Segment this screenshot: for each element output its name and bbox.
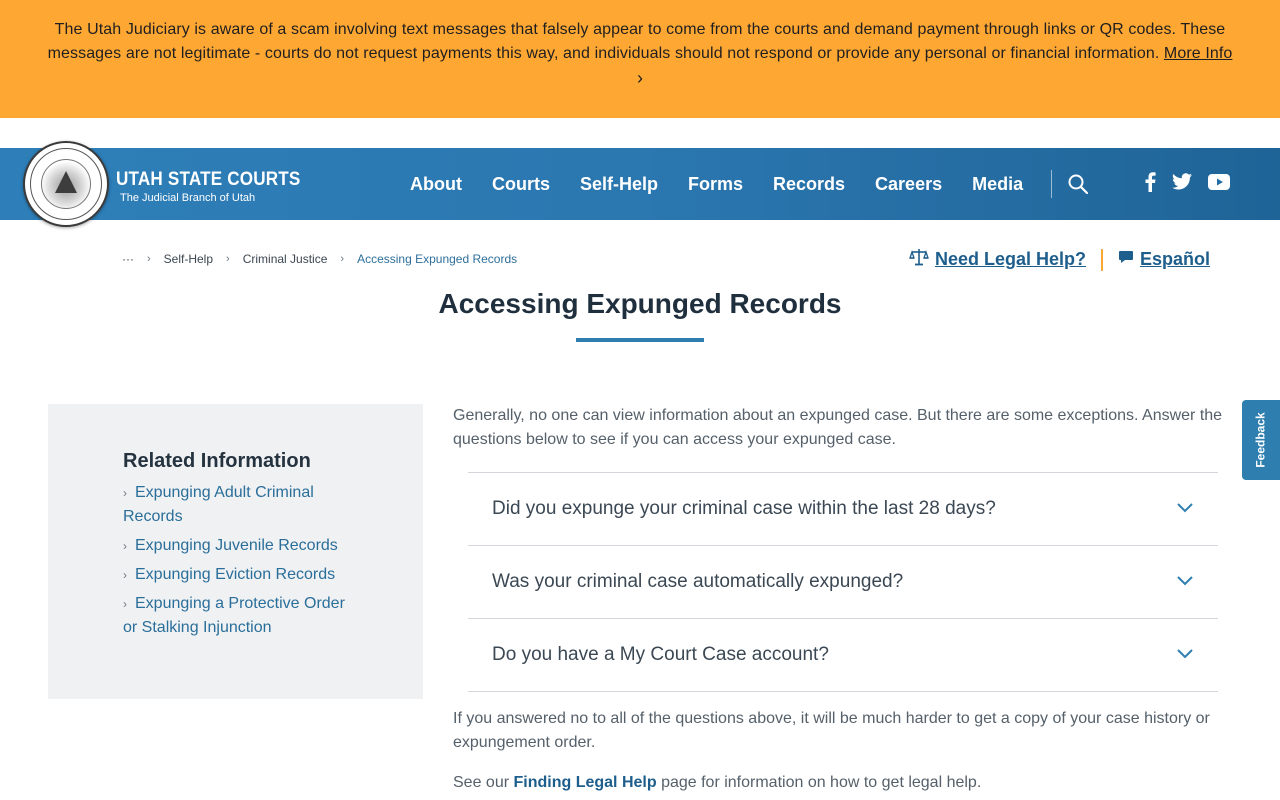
page-title: Accessing Expunged Records	[438, 288, 842, 319]
intro-paragraph: Generally, no one can view information a…	[453, 407, 1223, 448]
chevron-down-icon[interactable]	[1176, 573, 1194, 591]
related-link-protective-order[interactable]: › Expunging a Protective Order or Stalkin…	[123, 592, 363, 640]
youtube-icon[interactable]	[1208, 173, 1230, 195]
scales-icon	[909, 248, 929, 271]
breadcrumb-criminal-justice[interactable]: Criminal Justice	[243, 252, 328, 266]
related-information-heading: Related Information	[123, 450, 311, 472]
chevron-down-icon[interactable]	[1176, 646, 1194, 664]
nav-divider	[1051, 170, 1053, 198]
chevron-right-icon: ›	[123, 568, 127, 582]
breadcrumb-self-help[interactable]: Self-Help	[164, 252, 213, 266]
site-tagline: The Judicial Branch of Utah	[120, 192, 256, 204]
questions-accordion: Did you expunge your criminal case withi…	[468, 472, 1218, 692]
nav-records[interactable]: Records	[758, 148, 860, 220]
no-answers-paragraph: If you answered no to all of the questio…	[453, 710, 1210, 751]
main-nav: About Courts Self-Help Forms Records Car…	[395, 148, 1089, 220]
social-links	[1144, 148, 1230, 220]
breadcrumb-overflow[interactable]: ···	[122, 252, 134, 266]
nav-forms[interactable]: Forms	[673, 148, 758, 220]
alert-text: The Utah Judiciary is aware of a scam in…	[47, 21, 1226, 62]
accordion-question: Was your criminal case automatically exp…	[492, 571, 904, 592]
espanol-label: Español	[1139, 249, 1210, 269]
need-legal-help-label: Need Legal Help?	[934, 249, 1086, 269]
title-underline	[576, 338, 704, 342]
nav-media[interactable]: Media	[957, 148, 1038, 220]
finding-legal-help-link[interactable]: Finding Legal Help	[514, 774, 657, 791]
feedback-label: Feedback	[1254, 412, 1269, 468]
related-links-list: › Expunging Adult Criminal Records › Expun…	[123, 481, 363, 640]
chevron-right-icon: ›	[226, 253, 230, 265]
chevron-right-icon: ›	[340, 253, 345, 265]
related-link-adult[interactable]: › Expunging Adult Criminal Records	[123, 481, 363, 529]
site-name: UTAH STATE COURTS	[116, 169, 301, 190]
breadcrumb: ··· › Self-Help › Criminal Justice › Acc…	[122, 252, 517, 266]
twitter-icon[interactable]	[1172, 173, 1192, 195]
accordion-item-28-days[interactable]: Did you expunge your criminal case withi…	[468, 473, 1218, 546]
nav-about[interactable]: About	[395, 148, 477, 220]
chat-bubble-icon	[1118, 249, 1134, 270]
legal-help-paragraph: See our Finding Legal Help page for info…	[453, 774, 982, 791]
chevron-right-icon: ›	[123, 539, 127, 553]
utility-links: Need Legal Help? Español	[909, 248, 1210, 271]
nav-self-help[interactable]: Self-Help	[565, 148, 673, 220]
related-link-juvenile[interactable]: › Expunging Juvenile Records	[123, 534, 363, 558]
search-icon[interactable]	[1068, 174, 1089, 194]
site-header: UTAH STATE COURTS The Judicial Branch of…	[0, 141, 1280, 227]
accordion-question: Do you have a My Court Case account?	[492, 644, 829, 665]
main-content: Generally, no one can view information a…	[453, 404, 1223, 795]
brand[interactable]: UTAH STATE COURTS The Judicial Branch of…	[116, 170, 321, 205]
feedback-tab[interactable]: Feedback	[1242, 400, 1280, 480]
chevron-right-icon[interactable]: ›	[40, 66, 1240, 90]
accordion-question: Did you expunge your criminal case withi…	[492, 498, 996, 519]
accordion-item-my-court-case[interactable]: Do you have a My Court Case account?	[468, 619, 1218, 692]
utah-seal-logo[interactable]	[23, 141, 109, 227]
chevron-down-icon[interactable]	[1176, 500, 1194, 518]
related-link-eviction[interactable]: › Expunging Eviction Records	[123, 563, 363, 587]
chevron-right-icon: ›	[123, 486, 127, 500]
scam-alert-banner: The Utah Judiciary is aware of a scam in…	[0, 0, 1280, 118]
chevron-right-icon: ›	[147, 253, 151, 265]
nav-courts[interactable]: Courts	[477, 148, 565, 220]
utility-divider	[1100, 248, 1103, 271]
chevron-right-icon: ›	[123, 597, 127, 611]
nav-careers[interactable]: Careers	[860, 148, 957, 220]
espanol-link[interactable]: Español	[1118, 249, 1210, 270]
facebook-icon[interactable]	[1144, 171, 1156, 197]
breadcrumb-current[interactable]: Accessing Expunged Records	[357, 252, 517, 266]
related-information-panel: Related Information › Expunging Adult Cri…	[48, 404, 423, 699]
accordion-item-automatic[interactable]: Was your criminal case automatically exp…	[468, 546, 1218, 619]
need-legal-help-link[interactable]: Need Legal Help?	[909, 248, 1086, 271]
more-info-link[interactable]: More Info	[1164, 45, 1233, 62]
